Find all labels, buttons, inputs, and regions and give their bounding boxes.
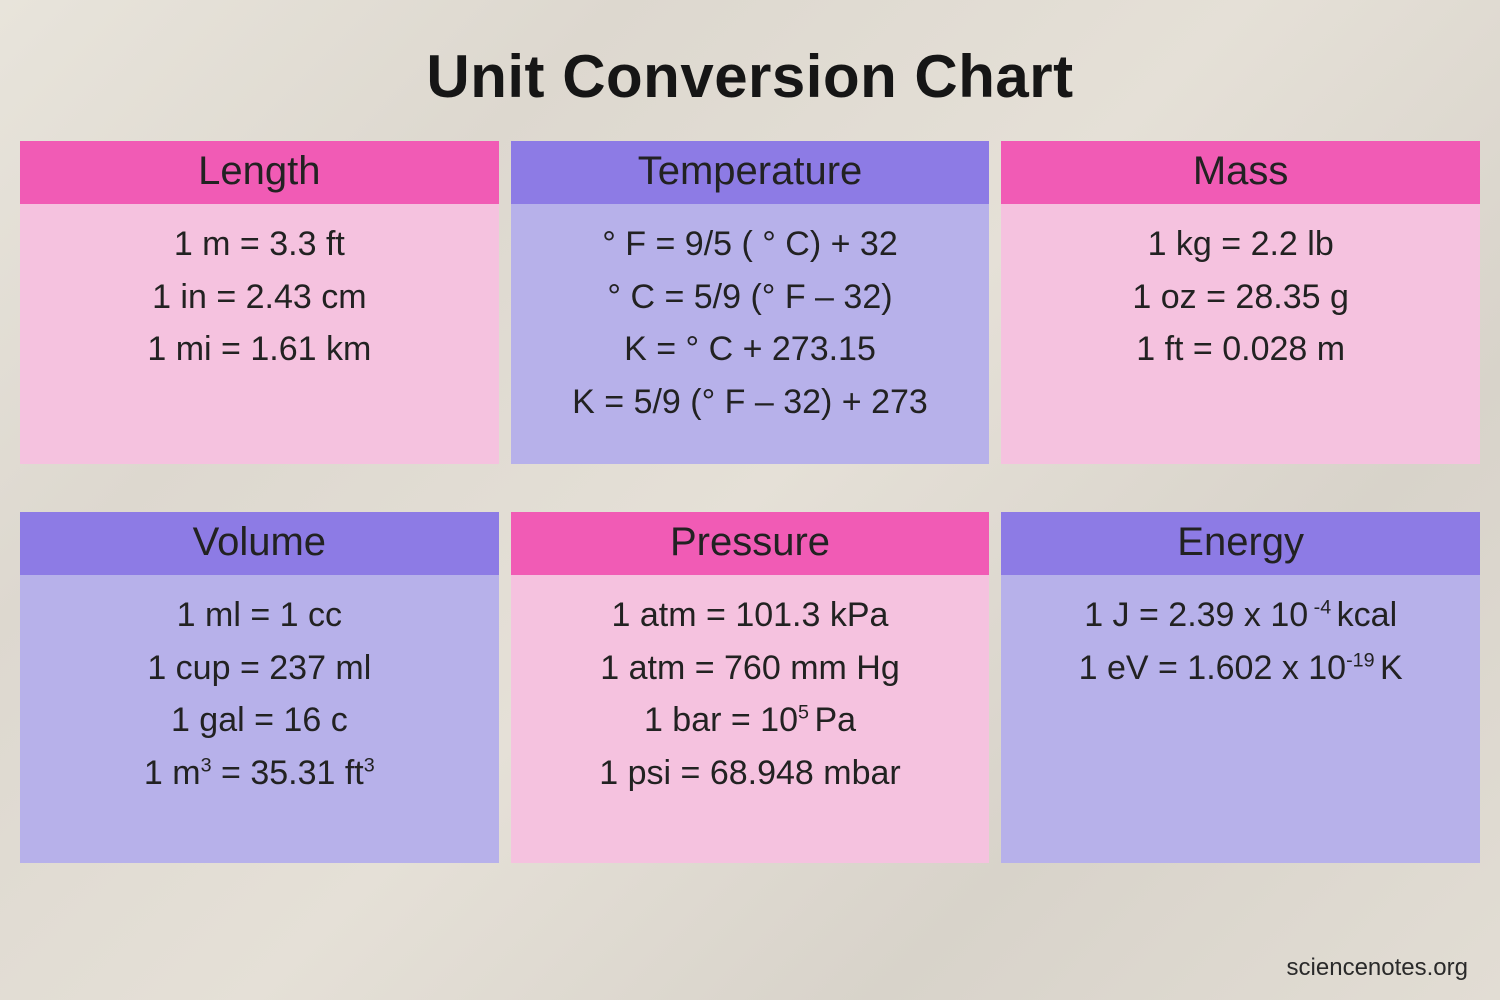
card-pressure-header: Pressure bbox=[511, 512, 990, 575]
conv-row: 1 m3 = 35.31 ft3 bbox=[30, 747, 489, 800]
card-pressure: Pressure 1 atm = 101.3 kPa 1 atm = 760 m… bbox=[511, 512, 990, 863]
conv-row: ° C = 5/9 (° F – 32) bbox=[521, 271, 980, 324]
conv-row: 1 eV = 1.602 x 10-19 K bbox=[1011, 642, 1470, 695]
card-mass-header: Mass bbox=[1001, 141, 1480, 204]
conv-row: 1 oz = 28.35 g bbox=[1011, 271, 1470, 324]
conv-row: 1 mi = 1.61 km bbox=[30, 323, 489, 376]
card-pressure-body: 1 atm = 101.3 kPa 1 atm = 760 mm Hg 1 ba… bbox=[511, 575, 990, 863]
card-energy: Energy 1 J = 2.39 x 10 -4 kcal 1 eV = 1.… bbox=[1001, 512, 1480, 863]
conv-row: 1 atm = 760 mm Hg bbox=[521, 642, 980, 695]
card-length: Length 1 m = 3.3 ft 1 in = 2.43 cm 1 mi … bbox=[20, 141, 499, 464]
conv-row: 1 bar = 105 Pa bbox=[521, 694, 980, 747]
page-title: Unit Conversion Chart bbox=[0, 0, 1500, 141]
conv-row: 1 atm = 101.3 kPa bbox=[521, 589, 980, 642]
card-energy-body: 1 J = 2.39 x 10 -4 kcal 1 eV = 1.602 x 1… bbox=[1001, 575, 1480, 863]
conv-row: 1 J = 2.39 x 10 -4 kcal bbox=[1011, 589, 1470, 642]
card-energy-header: Energy bbox=[1001, 512, 1480, 575]
conv-row: 1 ml = 1 cc bbox=[30, 589, 489, 642]
row-1: Length 1 m = 3.3 ft 1 in = 2.43 cm 1 mi … bbox=[0, 141, 1500, 464]
card-temperature-header: Temperature bbox=[511, 141, 990, 204]
card-temperature-body: ° F = 9/5 ( ° C) + 32 ° C = 5/9 (° F – 3… bbox=[511, 204, 990, 464]
conv-row: 1 kg = 2.2 lb bbox=[1011, 218, 1470, 271]
conv-row: 1 in = 2.43 cm bbox=[30, 271, 489, 324]
card-length-body: 1 m = 3.3 ft 1 in = 2.43 cm 1 mi = 1.61 … bbox=[20, 204, 499, 464]
conv-row: ° F = 9/5 ( ° C) + 32 bbox=[521, 218, 980, 271]
row-2: Volume 1 ml = 1 cc 1 cup = 237 ml 1 gal … bbox=[0, 512, 1500, 863]
card-length-header: Length bbox=[20, 141, 499, 204]
card-volume-header: Volume bbox=[20, 512, 499, 575]
conv-row: 1 m = 3.3 ft bbox=[30, 218, 489, 271]
card-mass: Mass 1 kg = 2.2 lb 1 oz = 28.35 g 1 ft =… bbox=[1001, 141, 1480, 464]
attribution: sciencenotes.org bbox=[1287, 954, 1468, 982]
row-gap bbox=[0, 464, 1500, 512]
conv-row: K = ° C + 273.15 bbox=[521, 323, 980, 376]
conv-row: K = 5/9 (° F – 32) + 273 bbox=[521, 376, 980, 429]
conv-row: 1 gal = 16 c bbox=[30, 694, 489, 747]
card-temperature: Temperature ° F = 9/5 ( ° C) + 32 ° C = … bbox=[511, 141, 990, 464]
conv-row: 1 ft = 0.028 m bbox=[1011, 323, 1470, 376]
conv-row: 1 cup = 237 ml bbox=[30, 642, 489, 695]
card-volume: Volume 1 ml = 1 cc 1 cup = 237 ml 1 gal … bbox=[20, 512, 499, 863]
conv-row: 1 psi = 68.948 mbar bbox=[521, 747, 980, 800]
card-mass-body: 1 kg = 2.2 lb 1 oz = 28.35 g 1 ft = 0.02… bbox=[1001, 204, 1480, 464]
card-volume-body: 1 ml = 1 cc 1 cup = 237 ml 1 gal = 16 c … bbox=[20, 575, 499, 863]
